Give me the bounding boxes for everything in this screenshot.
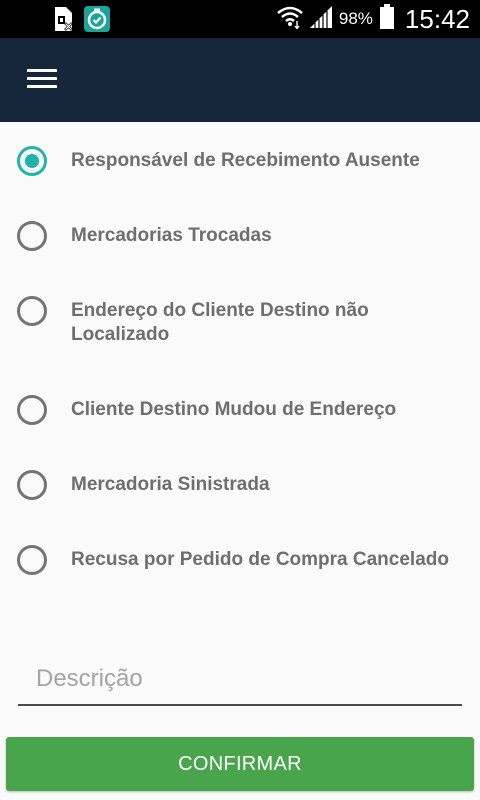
confirm-button[interactable]: CONFIRMAR (6, 737, 474, 791)
battery-icon (379, 3, 395, 35)
radio-button[interactable] (17, 470, 47, 500)
app-bar (0, 38, 480, 122)
sim-card-blocked-icon (52, 6, 74, 37)
radio-option-label: Mercadorias Trocadas (71, 225, 272, 246)
radio-button[interactable] (17, 296, 47, 326)
hamburger-menu-icon (27, 67, 57, 94)
menu-button[interactable] (18, 62, 66, 98)
radio-button[interactable] (17, 146, 47, 176)
radio-option-label: Mercadoria Sinistrada (71, 474, 270, 495)
status-bar-left-icons (52, 6, 110, 37)
description-field[interactable] (18, 650, 462, 706)
description-input[interactable] (18, 650, 462, 704)
status-bar-right: 98% 15:42 (277, 0, 470, 38)
signal-icon (309, 5, 333, 34)
status-time: 15:42 (404, 3, 470, 34)
timer-app-icon (84, 6, 110, 37)
radio-option-label: Responsável de Recebimento Ausente (71, 150, 420, 171)
battery-percentage: 98% (338, 9, 373, 28)
radio-option-label: Cliente Destino Mudou de Endereço (71, 399, 397, 420)
radio-button[interactable] (17, 545, 47, 575)
status-bar: 98% 15:42 (0, 0, 480, 38)
radio-button[interactable] (17, 395, 47, 425)
wifi-icon (277, 5, 303, 34)
radio-option-label: Recusa por Pedido de Compra Cancelado (71, 549, 449, 570)
radio-button[interactable] (17, 221, 47, 251)
radio-option-label: Endereço do Cliente Destino não Localiza… (71, 300, 369, 345)
